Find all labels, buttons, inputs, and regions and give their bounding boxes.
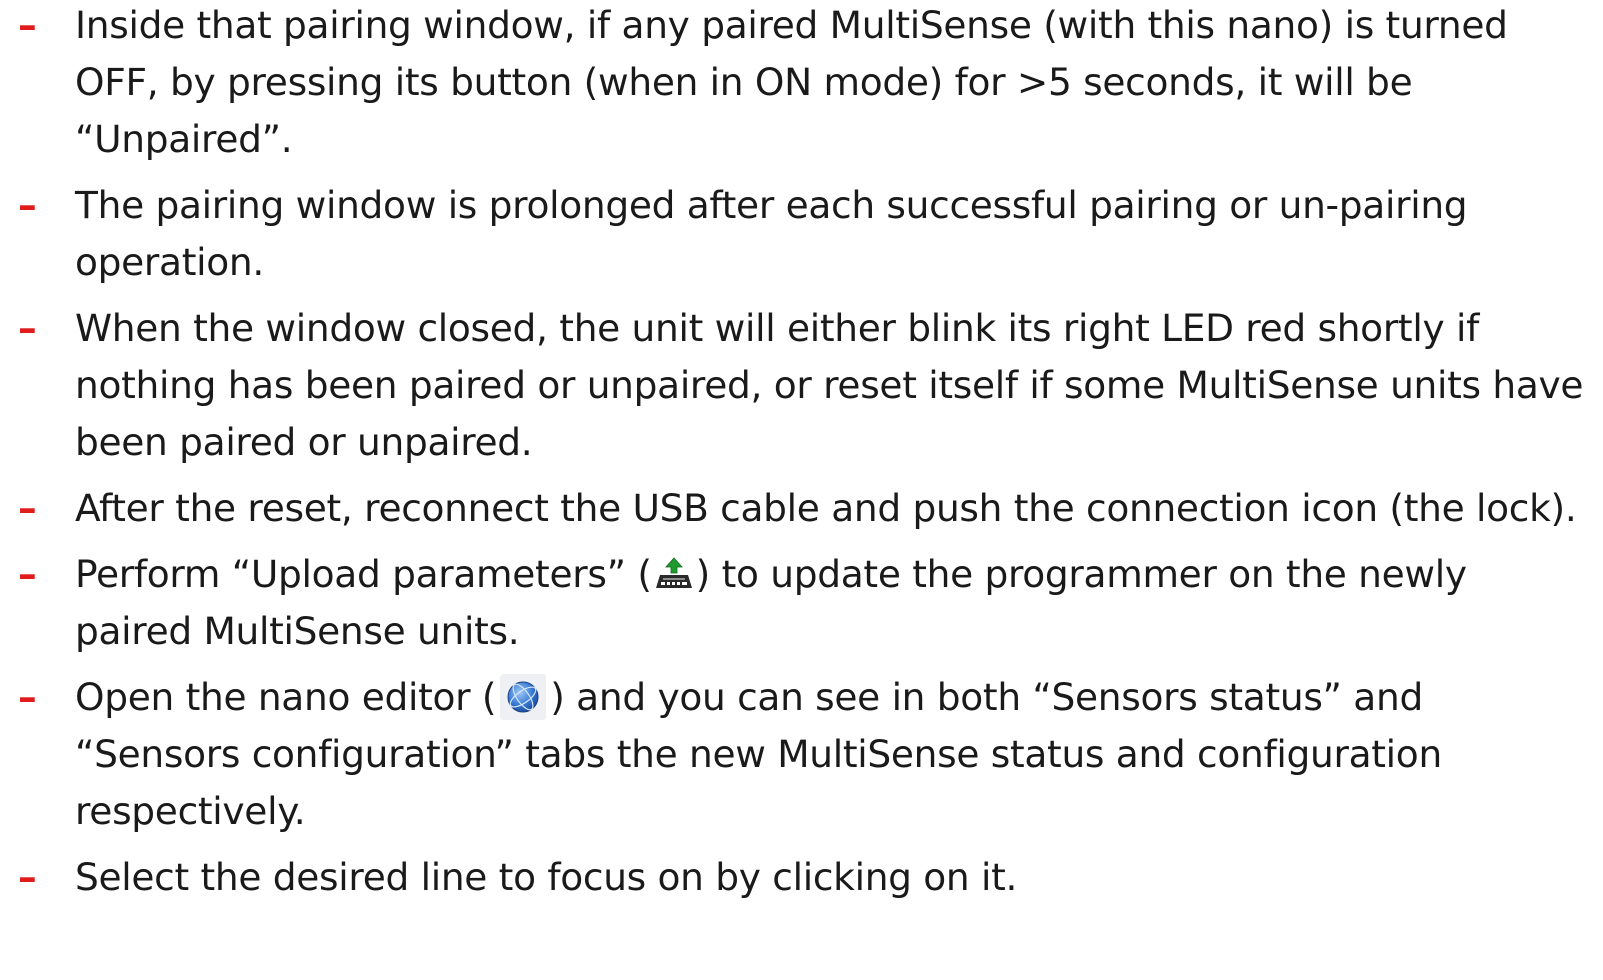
bullet-item-reconnect: – After the reset, reconnect the USB cab… bbox=[18, 480, 1593, 537]
bullet-text: When the window closed, the unit will ei… bbox=[75, 306, 1584, 464]
bullet-marker: – bbox=[18, 675, 37, 719]
bullet-marker: – bbox=[18, 3, 37, 47]
bullet-item-upload-parameters: – Perform “Upload parameters” ( ) to upd… bbox=[18, 546, 1593, 660]
bullet-marker: – bbox=[18, 486, 37, 530]
bullet-text: Inside that pairing window, if any paire… bbox=[75, 3, 1508, 161]
bullet-item-prolonged: – The pairing window is prolonged after … bbox=[18, 177, 1593, 291]
slide: – Inside that pairing window, if any pai… bbox=[0, 0, 1603, 980]
bullet-list: – Inside that pairing window, if any pai… bbox=[18, 0, 1593, 915]
bullet-item-nano-editor: – Open the nano editor ( ) and you can s… bbox=[18, 669, 1593, 840]
bullet-text: The pairing window is prolonged after ea… bbox=[75, 183, 1468, 284]
bullet-item-select-line: – Select the desired line to focus on by… bbox=[18, 849, 1593, 906]
bullet-marker: – bbox=[18, 306, 37, 350]
bullet-text: After the reset, reconnect the USB cable… bbox=[75, 486, 1577, 530]
bullet-text: Select the desired line to focus on by c… bbox=[75, 855, 1018, 899]
bullet-marker: – bbox=[18, 183, 37, 227]
bullet-marker: – bbox=[18, 855, 37, 899]
bullet-item-unpaired: – Inside that pairing window, if any pai… bbox=[18, 0, 1593, 168]
upload-parameters-icon bbox=[654, 556, 694, 591]
bullet-text-before: Open the nano editor ( bbox=[75, 675, 497, 719]
bullet-item-window-closed: – When the window closed, the unit will … bbox=[18, 300, 1593, 471]
nano-editor-icon bbox=[500, 673, 547, 720]
bullet-text-before: Perform “Upload parameters” ( bbox=[75, 552, 652, 596]
bullet-marker: – bbox=[18, 552, 37, 596]
